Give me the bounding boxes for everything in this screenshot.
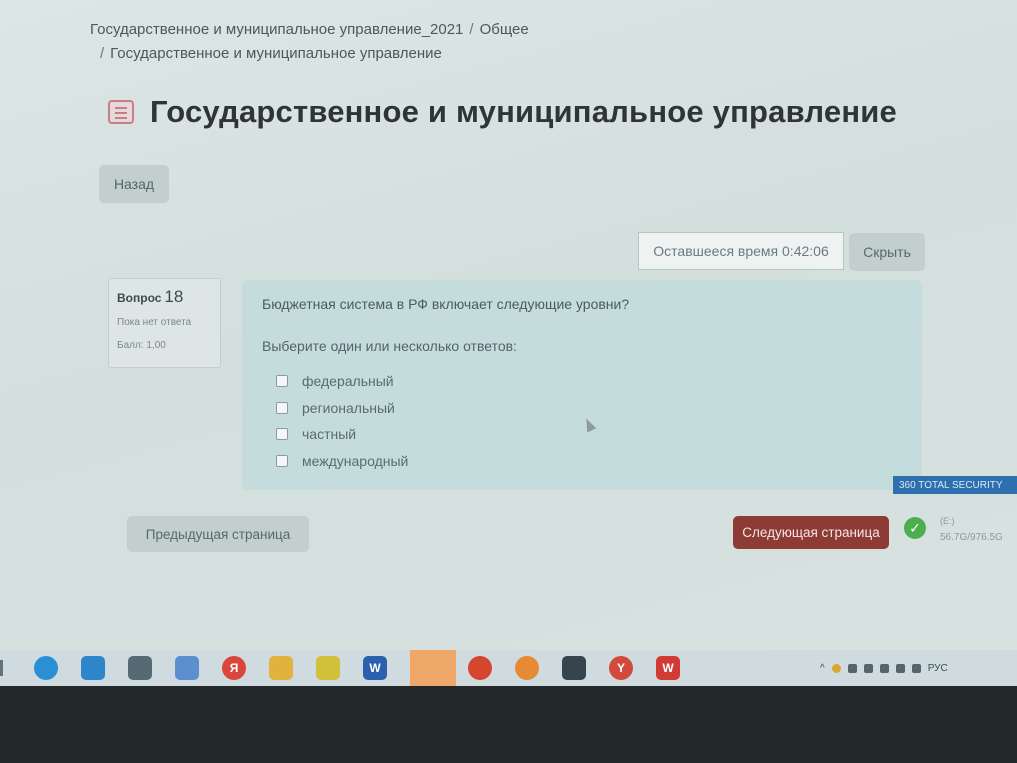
page-header: Государственное и муниципальное управлен…: [108, 94, 897, 130]
timer-display: Оставшееся время 0:42:06: [638, 232, 844, 270]
drive-usage: 56.7G/976.5G: [940, 532, 1003, 543]
wps-icon[interactable]: W: [656, 656, 680, 680]
question-number-value: 18: [164, 287, 184, 306]
answer-checkbox[interactable]: [276, 375, 288, 388]
chromium-icon[interactable]: [515, 656, 539, 680]
wifi-icon[interactable]: [895, 663, 905, 673]
answer-option[interactable]: федеральный: [276, 368, 902, 395]
answer-checkbox[interactable]: [276, 428, 288, 441]
answer-option-label[interactable]: федеральный: [302, 373, 394, 389]
answer-option-label[interactable]: региональный: [302, 400, 395, 416]
yandex-browser-icon[interactable]: Y: [609, 656, 633, 680]
answer-checkbox[interactable]: [276, 454, 288, 467]
answer-option-label[interactable]: частный: [302, 426, 356, 442]
word-icon[interactable]: W: [363, 656, 387, 680]
store-icon[interactable]: [81, 656, 105, 680]
network-icon[interactable]: [863, 663, 873, 673]
monitor-bezel: [0, 686, 1017, 763]
tray-app-icon[interactable]: [831, 663, 841, 673]
browser-viewport: Государственное и муниципальное управлен…: [0, 0, 1017, 650]
calculator-icon[interactable]: [128, 656, 152, 680]
taskbar: Я W Y W ^ РУС: [0, 650, 1017, 686]
chevron-up-icon[interactable]: ^: [820, 663, 825, 674]
checkmark-icon: ✓: [904, 517, 926, 539]
next-page-button[interactable]: Следующая страница: [733, 516, 889, 549]
question-info-panel: Вопрос 18 Пока нет ответа Балл: 1,00: [108, 278, 221, 368]
edge-icon[interactable]: [34, 656, 58, 680]
chrome-icon[interactable]: [468, 656, 492, 680]
file-explorer-icon[interactable]: [269, 656, 293, 680]
answer-option[interactable]: международный: [276, 448, 902, 475]
security-badge: 360 TOTAL SECURITY: [893, 476, 1017, 494]
camera-icon[interactable]: [562, 656, 586, 680]
breadcrumb-separator: /: [100, 45, 105, 62]
breadcrumb-course-link[interactable]: Государственное и муниципальное управлен…: [90, 21, 463, 38]
answer-prompt: Выберите один или несколько ответов:: [262, 338, 517, 354]
back-button[interactable]: Назад: [99, 165, 169, 203]
breadcrumb-section-link[interactable]: Общее: [480, 21, 529, 38]
quiz-icon: [108, 100, 134, 124]
question-text: Бюджетная система в РФ включает следующи…: [262, 296, 630, 312]
breadcrumb-page-link[interactable]: Государственное и муниципальное управлен…: [110, 45, 442, 62]
photos-icon[interactable]: [175, 656, 199, 680]
answer-option-label[interactable]: международный: [302, 453, 408, 469]
tray-icon[interactable]: [847, 663, 857, 673]
yandex-icon[interactable]: Я: [222, 656, 246, 680]
active-app-icon[interactable]: [410, 650, 456, 686]
question-label: Вопрос: [117, 291, 162, 305]
timer-label: Оставшееся время 0:42:06: [653, 243, 829, 259]
hide-timer-button[interactable]: Скрыть: [849, 233, 925, 271]
page-title: Государственное и муниципальное управлен…: [150, 94, 897, 129]
answer-checkbox[interactable]: [276, 401, 288, 414]
task-view-icon[interactable]: [0, 660, 14, 676]
system-tray: ^ РУС: [820, 650, 948, 686]
previous-page-button[interactable]: Предыдущая страница: [127, 516, 309, 552]
question-score: Балл: 1,00: [117, 340, 166, 351]
battery-icon[interactable]: [879, 663, 889, 673]
app-icon[interactable]: [316, 656, 340, 680]
language-indicator[interactable]: РУС: [928, 663, 948, 674]
question-status: Пока нет ответа: [117, 317, 192, 328]
drive-label: (E:): [940, 516, 955, 526]
question-number: Вопрос 18: [117, 287, 212, 307]
question-card: Бюджетная система в РФ включает следующи…: [242, 280, 922, 490]
breadcrumb: Государственное и муниципальное управлен…: [90, 18, 710, 66]
volume-icon[interactable]: [911, 663, 921, 673]
breadcrumb-separator: /: [469, 21, 474, 38]
